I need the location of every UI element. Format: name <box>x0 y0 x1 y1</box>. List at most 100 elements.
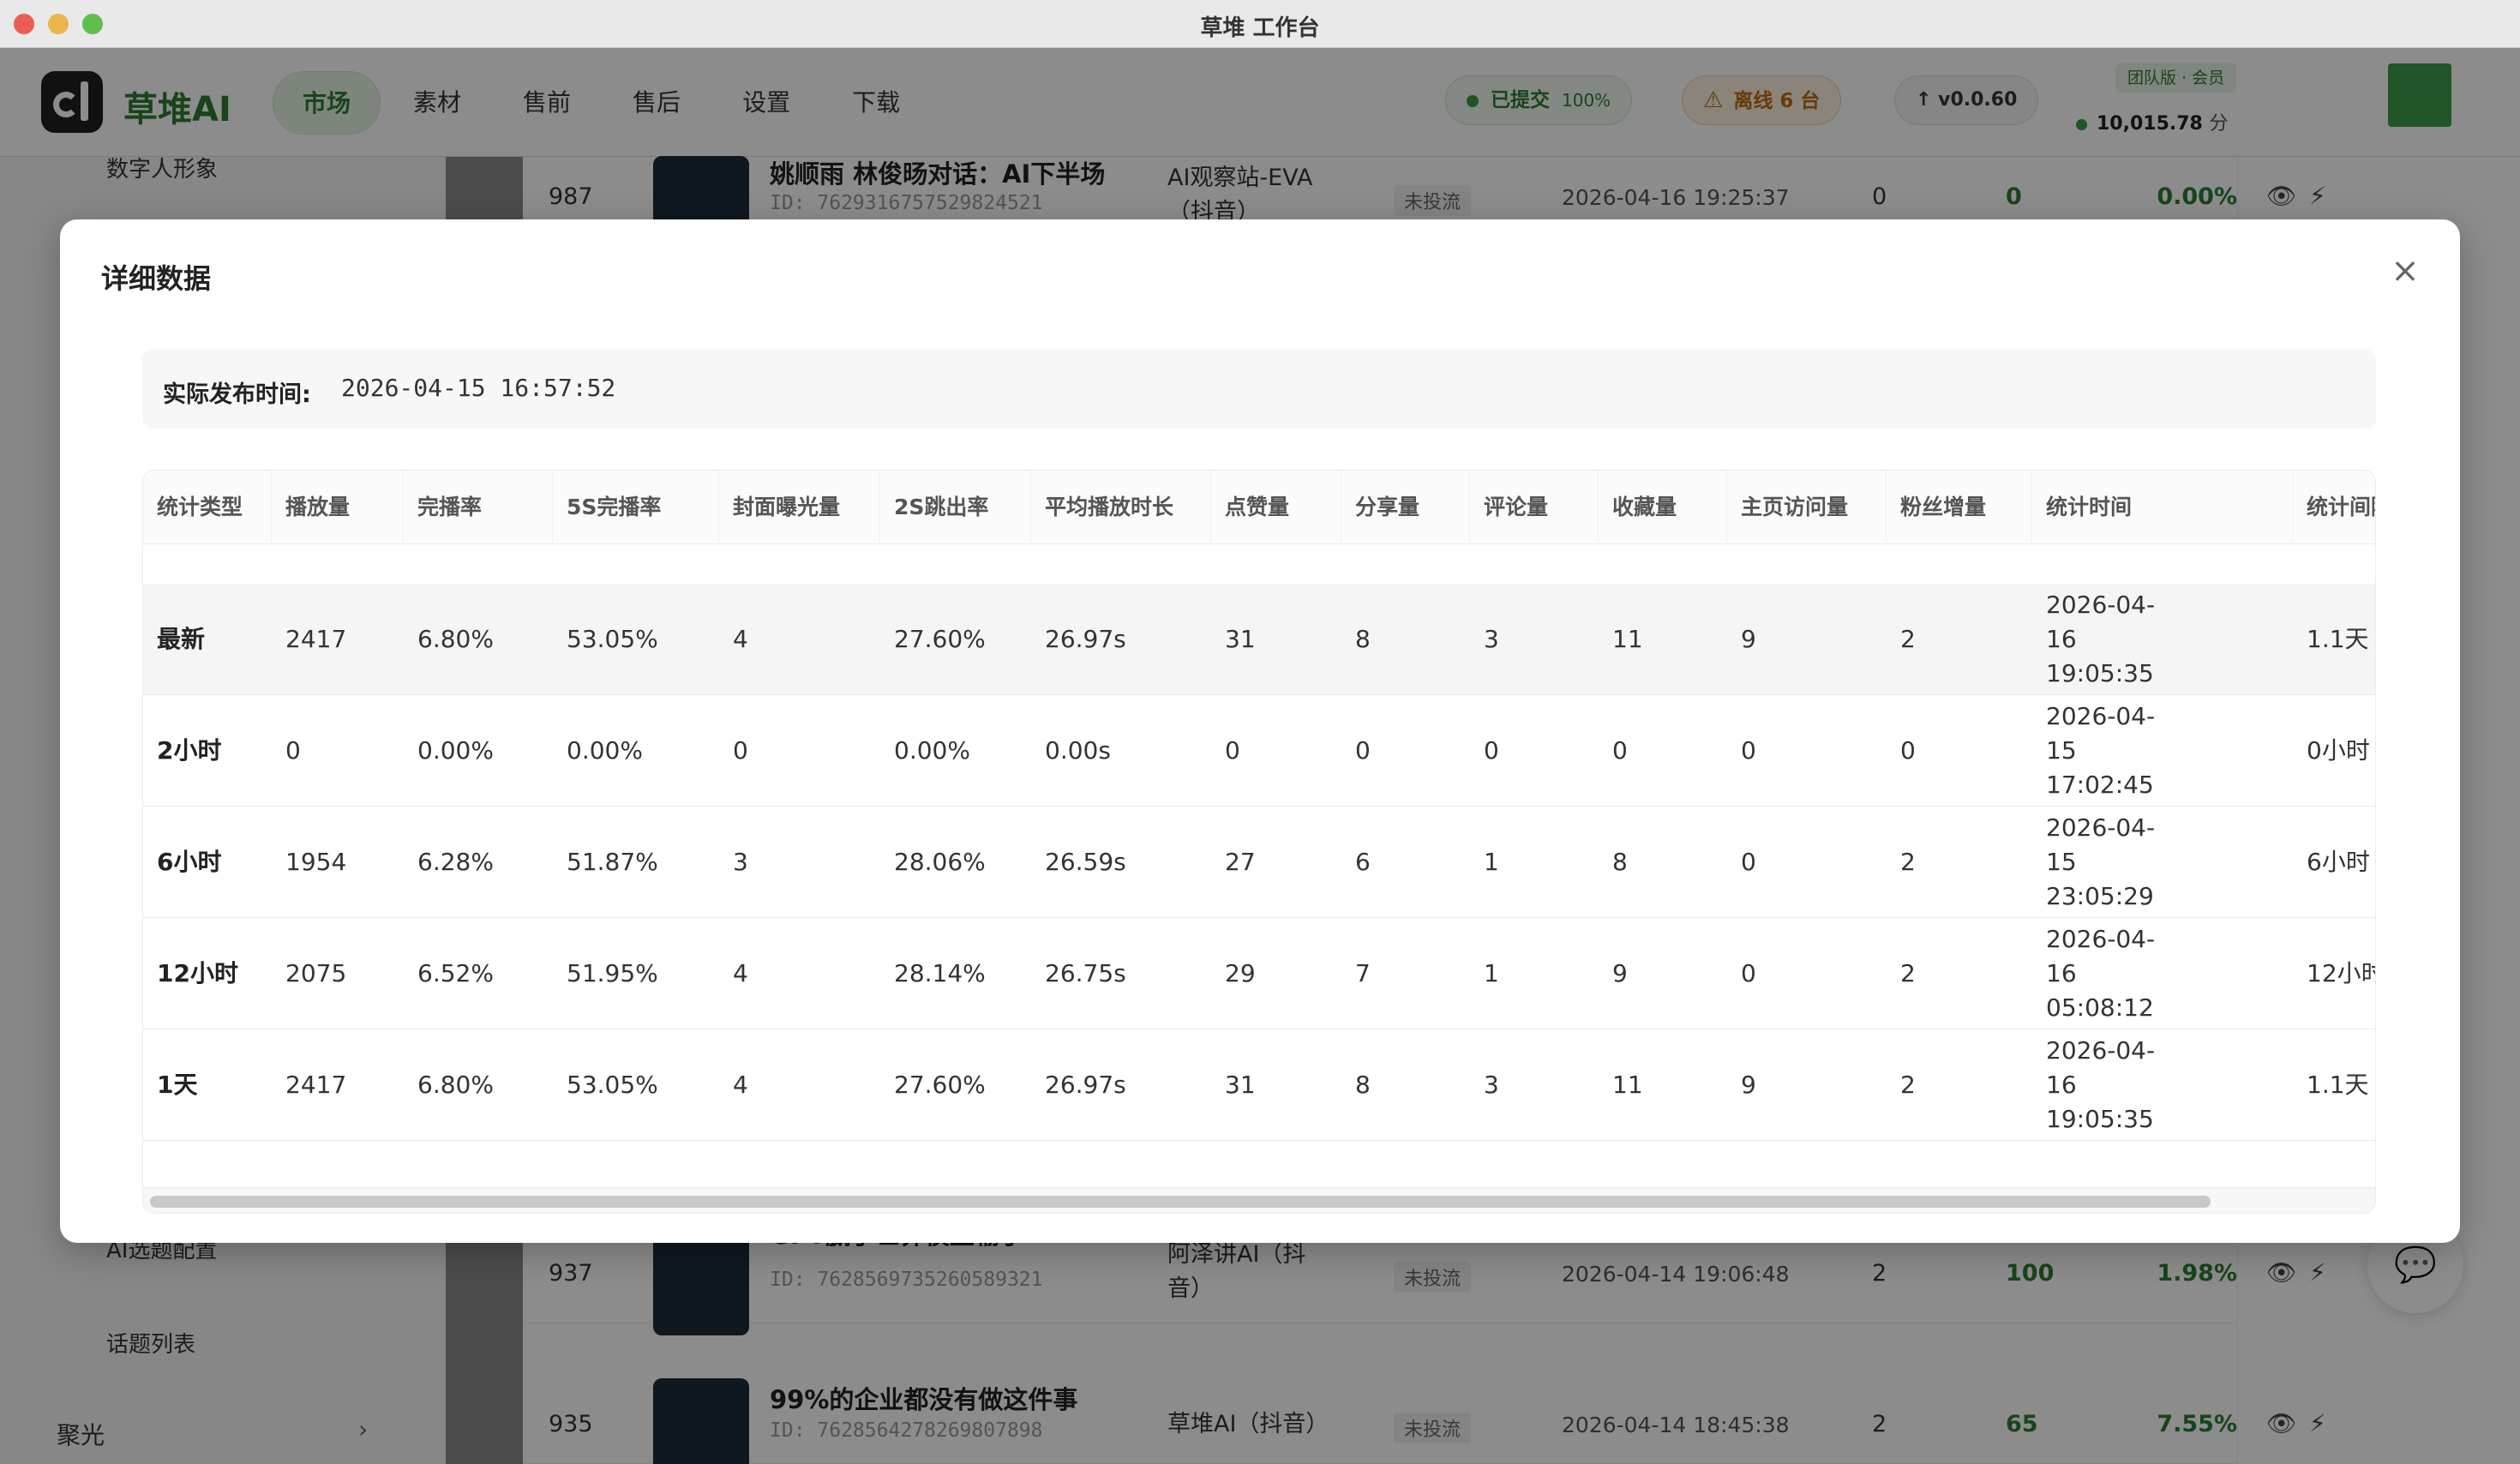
table-row[interactable]: 12小时 2075 6.52% 51.95% 4 28.14% 26.75s 2… <box>143 918 2375 1029</box>
table-cell: 0 <box>1741 959 1756 987</box>
dialog-title: 详细数据 <box>101 262 212 295</box>
column-header[interactable]: 主页访问量 <box>1727 471 1887 544</box>
column-header[interactable]: 2S跳出率 <box>880 471 1031 544</box>
table-cell: 53.05% <box>567 1071 658 1099</box>
table-cell: 2 <box>1900 1071 1916 1099</box>
publish-time-value: 2026-04-15 16:57:52 <box>341 374 616 402</box>
table-cell: 31 <box>1225 625 1256 653</box>
table-cell: 4 <box>733 1071 748 1099</box>
stats-table[interactable]: 统计类型 播放量 完播率 5S完播率 封面曝光量 2S跳出率 平均播放时长 点赞… <box>142 470 2376 1214</box>
table-cell: 6.80% <box>417 625 494 653</box>
table-cell: 4 <box>733 625 748 653</box>
stat-type-cell: 2小时 <box>157 736 222 765</box>
table-cell: 8 <box>1612 848 1628 876</box>
table-cell: 2 <box>1900 959 1916 987</box>
table-cell: 8 <box>1355 625 1371 653</box>
table-cell: 0 <box>1612 736 1628 765</box>
table-cell: 6.52% <box>417 959 494 987</box>
publish-time-label: 实际发布时间: <box>163 381 311 408</box>
table-cell: 9 <box>1612 959 1628 987</box>
table-cell: 31 <box>1225 1071 1256 1099</box>
horizontal-scrollbar[interactable] <box>143 1187 2375 1213</box>
table-cell: 11 <box>1612 625 1643 653</box>
table-cell: 8 <box>1355 1071 1371 1099</box>
table-cell: 3 <box>1484 1071 1499 1099</box>
table-cell: 27.60% <box>894 625 986 653</box>
table-cell: 28.14% <box>894 959 986 987</box>
column-header[interactable]: 收藏量 <box>1599 471 1727 544</box>
table-cell: 0 <box>1355 736 1371 765</box>
table-cell: 0 <box>285 736 301 765</box>
table-cell: 6.80% <box>417 1071 494 1099</box>
table-cell: 6.28% <box>417 848 494 876</box>
column-header[interactable]: 播放量 <box>272 471 404 544</box>
stat-type-cell: 1天 <box>157 1071 198 1099</box>
detail-dialog: 详细数据 × 实际发布时间: 2026-04-15 16:57:52 统计类型 … <box>60 219 2460 1243</box>
table-cell: 2075 <box>285 959 347 987</box>
table-cell: 0.00% <box>894 736 970 765</box>
column-header[interactable]: 统计时间 <box>2032 471 2293 544</box>
table-cell: 53.05% <box>567 625 658 653</box>
table-cell: 12小时 <box>2307 959 2375 987</box>
table-cell: 0 <box>1900 736 1916 765</box>
table-cell: 0小时 <box>2307 736 2370 765</box>
table-cell: 3 <box>733 848 748 876</box>
table-cell: 6 <box>1355 848 1371 876</box>
table-cell: 2026-04-16 19:05:35 <box>2046 591 2156 687</box>
table-cell: 0 <box>1741 848 1756 876</box>
column-header[interactable]: 分享量 <box>1341 471 1470 544</box>
table-cell: 1 <box>1484 959 1499 987</box>
column-header[interactable]: 粉丝增量 <box>1887 471 2032 544</box>
stat-type-cell: 6小时 <box>157 848 222 876</box>
table-row[interactable]: 最新 2417 6.80% 53.05% 4 27.60% 26.97s 31 … <box>143 584 2375 695</box>
table-cell: 2417 <box>285 1071 347 1099</box>
scrollbar-thumb[interactable] <box>150 1196 2211 1208</box>
stat-type-cell: 12小时 <box>157 959 238 987</box>
column-header[interactable]: 平均播放时长 <box>1031 471 1211 544</box>
table-cell: 1 <box>1484 848 1499 876</box>
column-header[interactable]: 统计间隔 <box>2293 471 2375 544</box>
table-cell: 27.60% <box>894 1071 986 1099</box>
window-title: 草堆 工作台 <box>1200 15 1320 41</box>
table-cell: 2026-04-16 19:05:35 <box>2046 1036 2156 1133</box>
column-header[interactable]: 点赞量 <box>1211 471 1341 544</box>
column-header[interactable]: 封面曝光量 <box>719 471 880 544</box>
table-cell: 0 <box>733 736 748 765</box>
stat-type-cell: 最新 <box>157 625 206 653</box>
table-cell: 2 <box>1900 848 1916 876</box>
table-cell: 28.06% <box>894 848 986 876</box>
table-cell: 9 <box>1741 625 1756 653</box>
table-cell: 11 <box>1612 1071 1643 1099</box>
table-cell: 0.00% <box>417 736 494 765</box>
table-cell: 0.00% <box>567 736 643 765</box>
table-cell: 2 <box>1900 625 1916 653</box>
table-cell: 7 <box>1355 959 1371 987</box>
table-cell: 0 <box>1741 736 1756 765</box>
table-row[interactable]: 2小时 0 0.00% 0.00% 0 0.00% 0.00s 0 0 0 0 … <box>143 695 2375 807</box>
table-cell: 0.00s <box>1045 736 1111 765</box>
table-cell: 51.95% <box>567 959 658 987</box>
close-icon[interactable]: × <box>2385 250 2426 291</box>
table-cell: 1.1天 <box>2307 1071 2369 1099</box>
table-cell: 26.75s <box>1045 959 1126 987</box>
column-header[interactable]: 统计类型 <box>143 471 272 544</box>
column-header[interactable]: 完播率 <box>404 471 553 544</box>
table-cell: 26.97s <box>1045 625 1126 653</box>
table-cell: 26.97s <box>1045 1071 1126 1099</box>
table-row[interactable]: 6小时 1954 6.28% 51.87% 3 28.06% 26.59s 27… <box>143 807 2375 918</box>
table-row[interactable]: 1天 2417 6.80% 53.05% 4 27.60% 26.97s 31 … <box>143 1029 2375 1141</box>
table-cell: 9 <box>1741 1071 1756 1099</box>
table-cell: 2026-04-15 17:02:45 <box>2046 702 2156 799</box>
table-cell: 2417 <box>285 625 347 653</box>
table-cell: 29 <box>1225 959 1256 987</box>
window-titlebar: 草堆 工作台 <box>0 0 2520 48</box>
table-cell: 27 <box>1225 848 1256 876</box>
table-spacer <box>143 545 2375 583</box>
publish-time-box: 实际发布时间: 2026-04-15 16:57:52 <box>142 350 2376 429</box>
table-cell: 3 <box>1484 625 1499 653</box>
table-cell: 2026-04-15 23:05:29 <box>2046 813 2156 910</box>
table-cell: 0 <box>1225 736 1240 765</box>
table-cell: 6小时 <box>2307 848 2370 876</box>
column-header[interactable]: 评论量 <box>1470 471 1599 544</box>
column-header[interactable]: 5S完播率 <box>553 471 719 544</box>
